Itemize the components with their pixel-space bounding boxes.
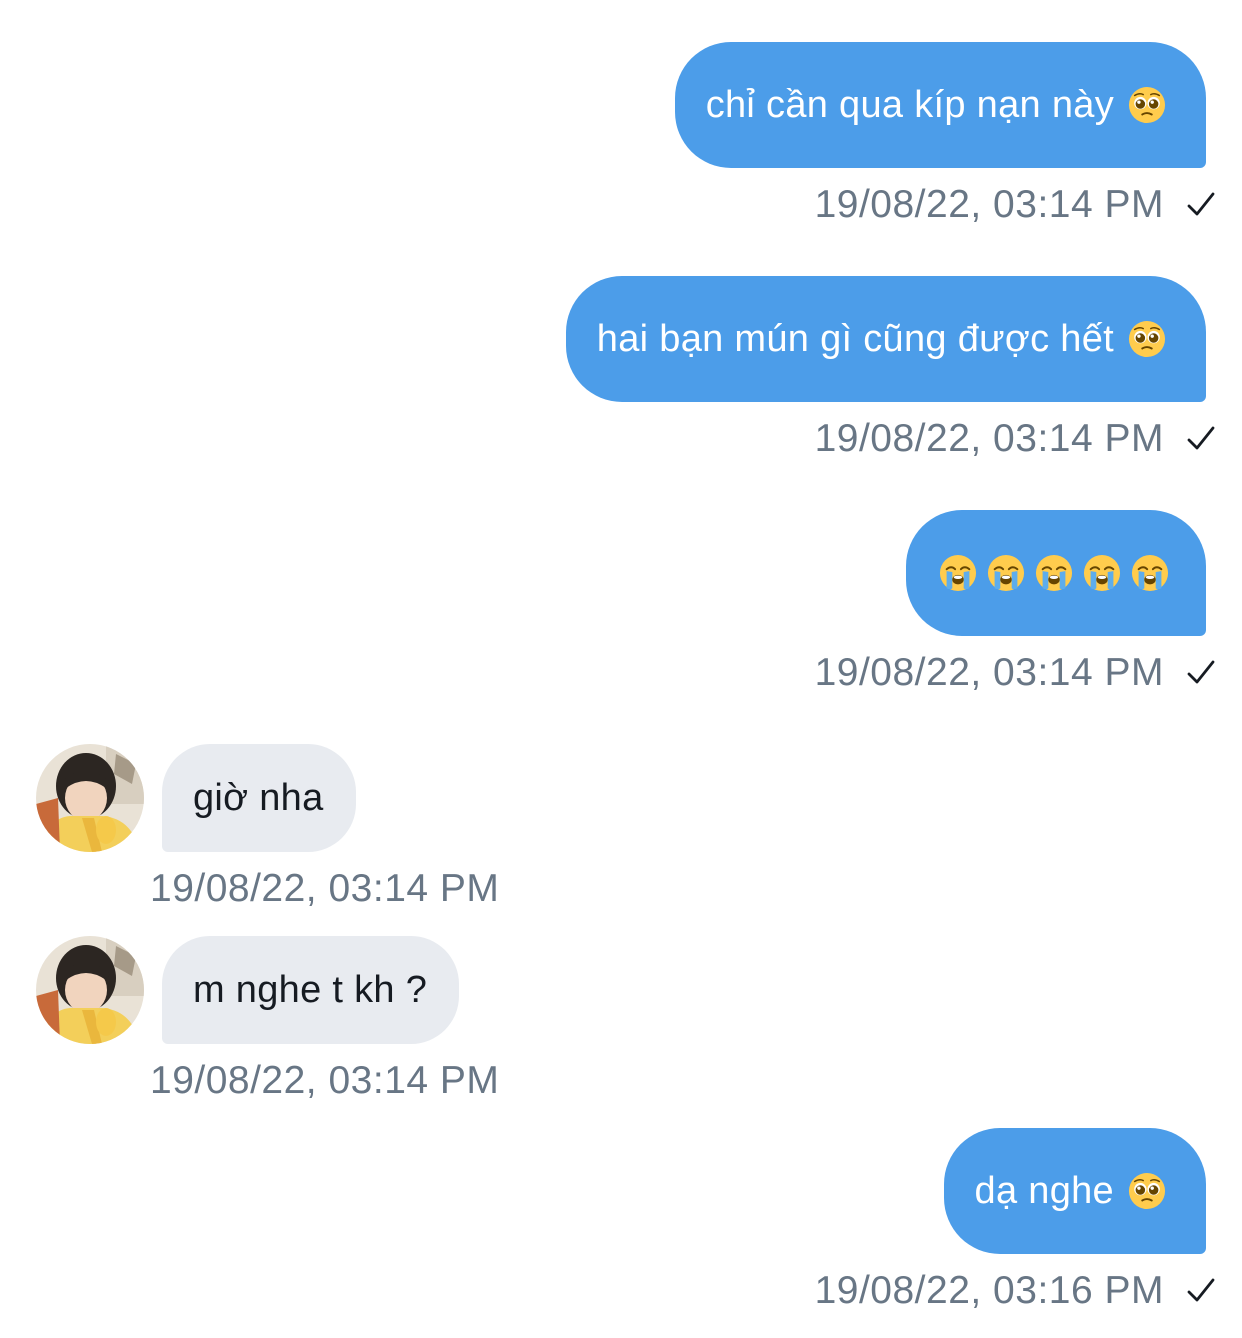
outgoing-message-bubble[interactable] (906, 510, 1206, 636)
pleading-face-icon (1128, 320, 1166, 358)
sent-check-icon (1184, 1274, 1218, 1308)
chat-thread: chỉ cần qua kíp nạn này 19/08/22, 03:14 … (0, 0, 1242, 1338)
message-meta: 19/08/22, 03:14 PM (150, 867, 499, 911)
message-meta: 19/08/22, 03:14 PM (815, 417, 1218, 461)
message-timestamp: 19/08/22, 03:14 PM (814, 651, 1164, 694)
outgoing-message-bubble[interactable]: chỉ cần qua kíp nạn này (674, 42, 1206, 168)
avatar-icon (36, 744, 144, 852)
sent-check-icon (1184, 188, 1218, 222)
incoming-message-bubble[interactable]: m nghe t kh ? (162, 936, 460, 1044)
loudly-crying-face-icon (939, 554, 977, 592)
message-text: hai bạn mún gì cũng được hết (596, 317, 1114, 360)
message-meta: 19/08/22, 03:14 PM (150, 1059, 499, 1103)
message-timestamp: 19/08/22, 03:16 PM (814, 1269, 1164, 1312)
outgoing-message-bubble[interactable]: hai bạn mún gì cũng được hết (565, 276, 1206, 402)
message-text: giờ nha (193, 776, 324, 819)
incoming-message-bubble[interactable]: giờ nha (162, 744, 356, 852)
message-meta: 19/08/22, 03:16 PM (815, 1269, 1218, 1313)
pleading-face-icon (1128, 86, 1166, 124)
message-timestamp: 19/08/22, 03:14 PM (150, 1059, 500, 1102)
loudly-crying-face-icon (1083, 554, 1121, 592)
message-meta: 19/08/22, 03:14 PM (815, 183, 1218, 227)
message-timestamp: 19/08/22, 03:14 PM (814, 183, 1164, 226)
avatar[interactable] (36, 744, 144, 852)
pleading-face-icon (1128, 1172, 1166, 1210)
avatar-icon (36, 936, 144, 1044)
sent-check-icon (1184, 422, 1218, 456)
message-text: m nghe t kh ? (193, 968, 428, 1011)
loudly-crying-face-icon (1131, 554, 1169, 592)
message-timestamp: 19/08/22, 03:14 PM (150, 867, 500, 910)
avatar[interactable] (36, 936, 144, 1044)
outgoing-message-bubble[interactable]: dạ nghe (943, 1128, 1206, 1254)
message-meta: 19/08/22, 03:14 PM (815, 651, 1218, 695)
message-timestamp: 19/08/22, 03:14 PM (814, 417, 1164, 460)
loudly-crying-face-icon (987, 554, 1025, 592)
sent-check-icon (1184, 656, 1218, 690)
message-text: dạ nghe (974, 1169, 1114, 1212)
loudly-crying-face-icon (1035, 554, 1073, 592)
message-text: chỉ cần qua kíp nạn này (705, 83, 1114, 126)
